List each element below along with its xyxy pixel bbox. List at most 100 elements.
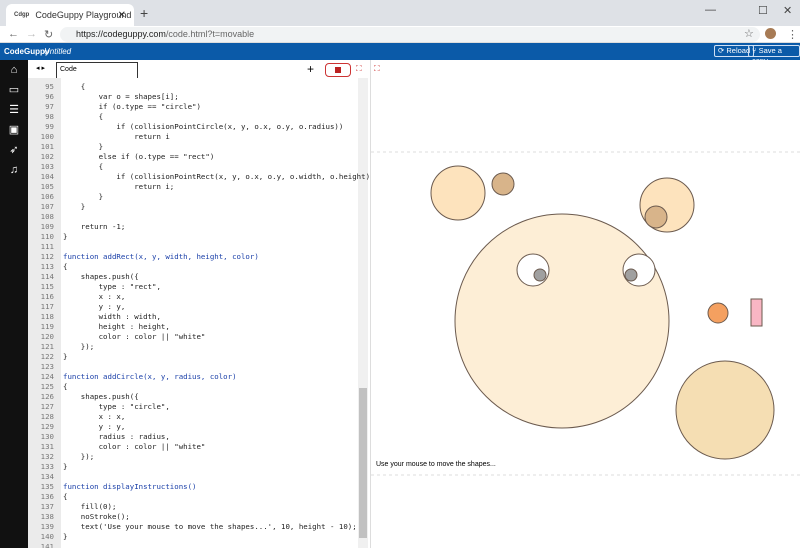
close-window-icon[interactable]: ✕ [783,4,792,17]
code-text: shapes.push({ [63,272,139,281]
code-line[interactable]: 97 if (o.type == "circle") [28,102,358,112]
code-text: { [63,82,86,91]
code-line[interactable]: 108 [28,212,358,222]
code-line[interactable]: 138 noStroke(); [28,512,358,522]
code-line[interactable]: 106 } [28,192,358,202]
code-line[interactable]: 104 if (collisionPointRect(x, y, o.x, o.… [28,172,370,182]
code-line[interactable]: 130 radius : radius, [28,432,358,442]
code-line[interactable]: 132 }); [28,452,358,462]
code-line[interactable]: 126 shapes.push({ [28,392,358,402]
line-number: 98 [45,112,54,121]
code-line[interactable]: 133} [28,462,358,472]
add-tab-button[interactable]: + [307,62,314,76]
code-line[interactable]: 119 height : height, [28,322,358,332]
code-line[interactable]: 115 type : "rect", [28,282,358,292]
code-line[interactable]: 128 x : x, [28,412,358,422]
document-title[interactable]: Untitled [44,43,71,60]
code-line[interactable]: 102 else if (o.type == "rect") [28,152,358,162]
book-icon[interactable]: ▭ [0,80,28,100]
code-text: }); [63,452,95,461]
new-tab-button[interactable]: + [140,5,148,21]
code-editor[interactable]: 95 {96 var o = shapes[i]; 97 if (o.type =… [28,78,370,548]
code-line[interactable]: 113 { [28,262,358,272]
code-line[interactable]: 103 { [28,162,358,172]
code-line[interactable]: 124 function addCircle(x, y, radius, colo… [28,372,358,382]
code-line[interactable]: 101 } [28,142,358,152]
code-line[interactable]: 137 fill(0); [28,502,358,512]
code-line[interactable]: 105 return i; [28,182,358,192]
browser-tab[interactable]: Cdgp CodeGuppy Playground ✕ [6,4,134,26]
code-line[interactable]: 98 { [28,112,358,122]
home-icon[interactable]: ⌂ [0,60,28,80]
code-text: { [63,382,68,391]
maximize-icon[interactable]: ☐ [758,4,768,17]
code-line[interactable]: 121 }); [28,342,358,352]
app-bar: CodeGuppy Untitled ⟳ Reload ⑂ Save a cop… [0,43,800,65]
code-line[interactable]: 117 y : y, [28,302,358,312]
avatar[interactable] [765,28,776,39]
close-tab-icon[interactable]: ✕ [118,10,126,21]
line-number: 99 [45,122,54,131]
rocket-icon[interactable]: ➶ [0,140,28,160]
brand[interactable]: CodeGuppy [4,43,49,60]
code-line[interactable]: 110} [28,232,358,242]
code-line[interactable]: 109 return -1; [28,222,358,232]
code-line[interactable]: 112 function addRect(x, y, width, height,… [28,252,358,262]
line-number: 95 [45,82,54,91]
code-line[interactable]: 129 y : y, [28,422,358,432]
code-line[interactable]: 99 if (collisionPointCircle(x, y, o.x, o… [28,122,358,132]
code-text: { [63,262,68,271]
code-text: if (collisionPointRect(x, y, o.x, o.y, o… [63,172,370,181]
output-canvas[interactable] [370,60,800,548]
code-text: y : y, [63,422,126,431]
code-text: if (o.type == "circle") [63,102,201,111]
code-line[interactable]: 139 text('Use your mouse to move the sha… [28,522,358,532]
list-icon[interactable]: ☰ [0,100,28,120]
code-text: x : x, [63,412,126,421]
save-copy-button[interactable]: ⑂ Save a copy [748,45,800,65]
line-number: 105 [40,182,54,191]
line-number: 96 [45,92,54,101]
code-line[interactable]: 140} [28,532,358,542]
line-number: 115 [40,282,54,291]
code-line[interactable]: 134 [28,472,358,482]
line-number: 137 [40,502,54,511]
code-line[interactable]: 114 shapes.push({ [28,272,358,282]
code-line[interactable]: 118 width : width, [28,312,358,322]
code-line[interactable]: 116 x : x, [28,292,358,302]
code-line[interactable]: 120 color : color || "white" [28,332,358,342]
back-icon[interactable]: ← [8,28,19,40]
minimize-icon[interactable]: — [705,4,716,16]
code-text: else if (o.type == "rect") [63,152,215,161]
code-line[interactable]: 136 { [28,492,358,502]
line-number: 130 [40,432,54,441]
code-line[interactable]: 135 function displayInstructions() [28,482,358,492]
code-line[interactable]: 131 color : color || "white" [28,442,358,452]
code-line[interactable]: 107 } [28,202,358,212]
code-line[interactable]: 95 { [28,82,358,92]
code-line[interactable]: 127 type : "circle", [28,402,358,412]
forward-icon[interactable]: → [26,28,37,40]
editor-scrollbar[interactable] [358,78,368,548]
tab-scroll-arrows-icon[interactable]: ◂ ▸ [36,64,45,72]
code-line[interactable]: 96 var o = shapes[i]; [28,92,358,102]
refresh-icon[interactable]: ↻ [44,28,53,41]
star-icon[interactable]: ☆ [744,27,754,40]
music-icon[interactable]: ♫ [0,160,28,180]
code-line[interactable]: 141 [28,542,358,548]
scrollbar-thumb[interactable] [359,388,367,538]
image-icon[interactable]: ▣ [0,120,28,140]
url-input[interactable]: https://codeguppy.com/code.html?t=movabl… [60,27,760,42]
code-text: function displayInstructions() [63,482,197,491]
code-line[interactable]: 100 return i [28,132,358,142]
code-text: { [63,112,104,121]
fullscreen-editor-icon[interactable]: ⛶ [356,64,362,74]
stop-button[interactable] [325,63,351,77]
code-text: radius : radius, [63,432,170,441]
code-line[interactable]: 111 [28,242,358,252]
code-line[interactable]: 122} [28,352,358,362]
code-line[interactable]: 123 [28,362,358,372]
sketch-drawing[interactable] [371,60,800,548]
code-line[interactable]: 125 { [28,382,358,392]
menu-icon[interactable]: ⋮ [787,28,798,41]
